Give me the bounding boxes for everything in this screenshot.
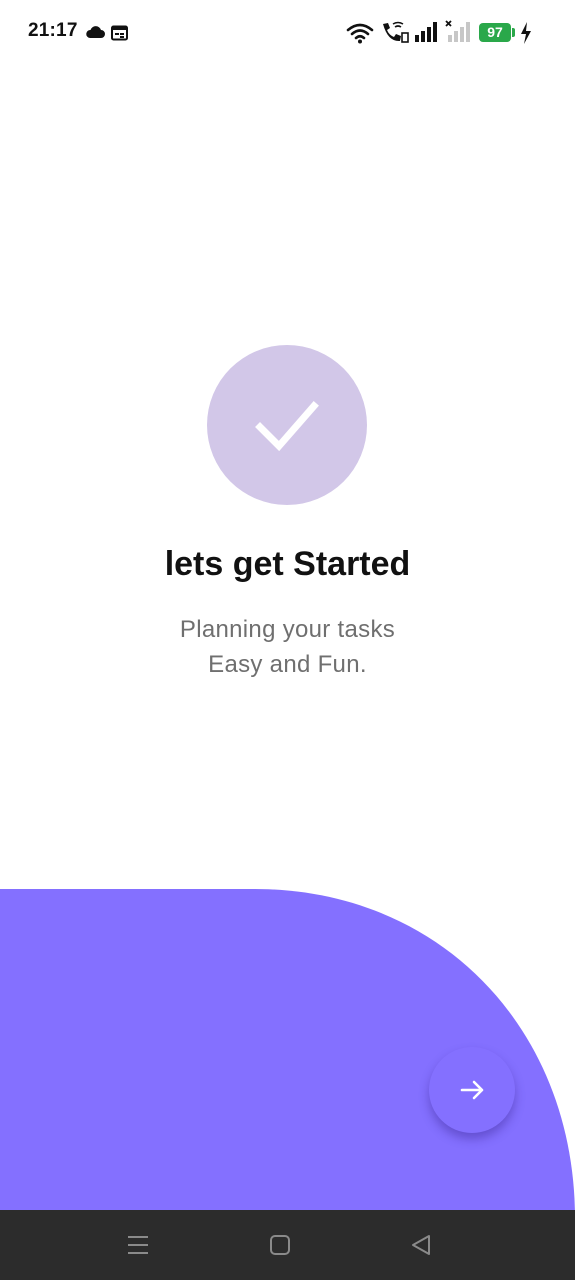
success-circle (207, 345, 367, 505)
cloud-icon (85, 25, 105, 44)
wifi-call-icon (380, 21, 410, 50)
page-title: lets get Started (164, 545, 411, 583)
menu-button[interactable] (121, 1228, 155, 1262)
calendar-icon (111, 25, 128, 46)
home-icon (270, 1235, 290, 1255)
arrow-right-icon (460, 1080, 484, 1100)
next-button[interactable] (429, 1047, 515, 1133)
checkmark-icon (255, 401, 319, 452)
wifi-icon (346, 22, 374, 49)
onboarding-screen: 21:17 97 lets get Started Planning your … (0, 0, 575, 1280)
subtitle-line-1: Planning your tasks (179, 616, 396, 643)
signal-no-service-icon (445, 20, 471, 47)
signal-icon (414, 22, 438, 47)
back-icon (412, 1235, 430, 1255)
battery-icon: 97 (479, 23, 511, 42)
menu-icon (128, 1236, 148, 1254)
back-button[interactable] (404, 1228, 438, 1262)
battery-tip (512, 28, 515, 37)
subtitle-line-2: Easy and Fun. (208, 651, 367, 678)
status-bar: 21:17 97 (0, 0, 575, 64)
home-button[interactable] (263, 1228, 297, 1262)
status-time: 21:17 (28, 20, 78, 41)
system-nav-bar (0, 1210, 575, 1280)
charging-icon (520, 22, 532, 49)
